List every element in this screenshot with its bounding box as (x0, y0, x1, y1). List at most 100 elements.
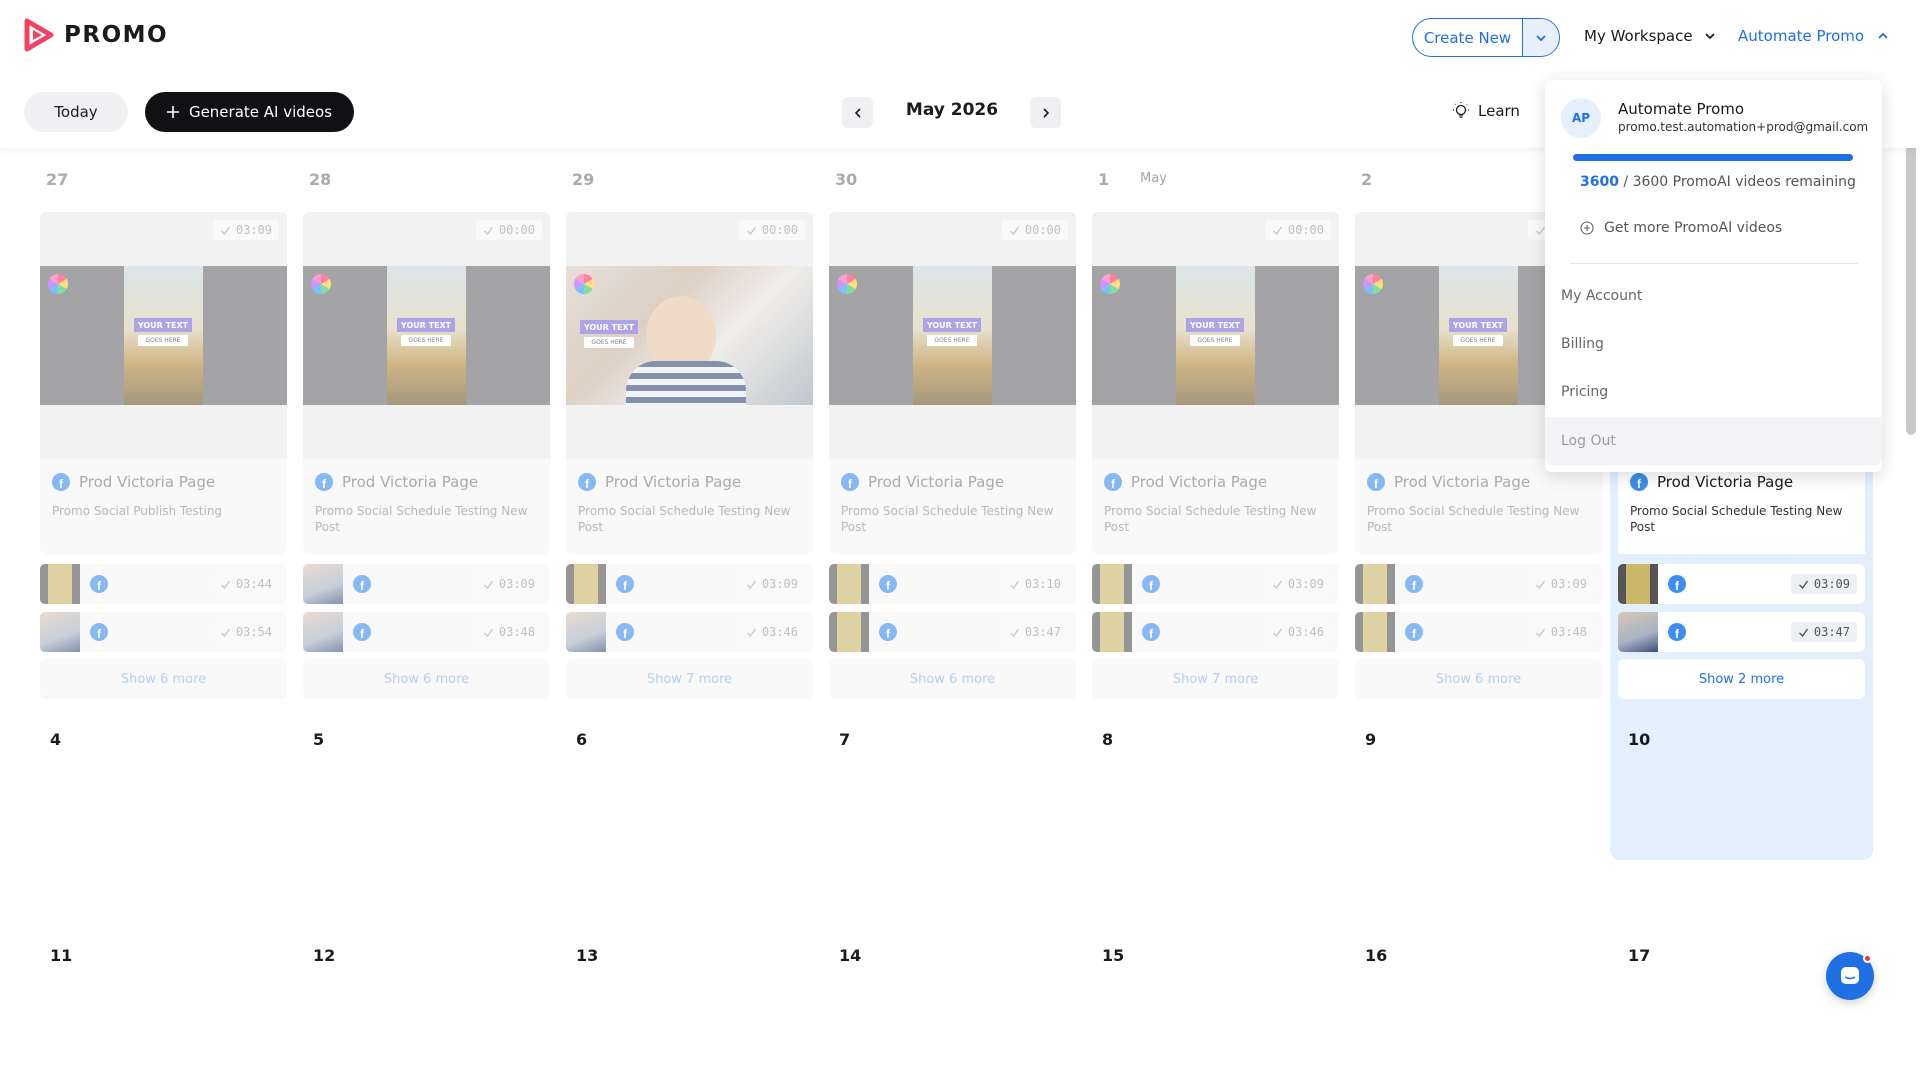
scheduled-post-row[interactable]: f 03:48 (303, 612, 550, 652)
workspace-selector[interactable]: My Workspace (1584, 27, 1717, 45)
video-preview: 00:00 YOUR TEXT GOES HERE (303, 212, 550, 459)
promo-logo[interactable]: PROMO (24, 18, 168, 52)
day-number: 29 (572, 170, 595, 189)
post-time: 03:09 (1813, 577, 1850, 591)
video-preview: 00:00 YOUR TEXT GOES HERE (566, 212, 813, 459)
day-content: 28 00:00 YOUR TEXT GOES HERE f Prod Victoria … (303, 148, 550, 708)
create-new-button[interactable]: Create New (1412, 18, 1560, 57)
get-more-videos-link[interactable]: Get more PromoAI videos (1580, 220, 1782, 236)
scheduled-post-row[interactable]: f 03:46 (566, 612, 813, 652)
video-preview: 03:09 YOUR TEXT GOES HERE (40, 212, 287, 459)
scheduled-post-row[interactable]: f 03:46 (1092, 612, 1339, 652)
day-cell[interactable]: 14 (829, 924, 1076, 1080)
learn-button[interactable]: Learn (1452, 102, 1520, 120)
post-time: 03:09 (1550, 577, 1587, 591)
scheduled-post-row[interactable]: f 03:09 (566, 564, 813, 604)
day-cell[interactable]: 6 (566, 708, 813, 918)
check-icon (1009, 226, 1019, 235)
show-more-button[interactable]: Show 6 more (1355, 659, 1602, 699)
scheduled-post-row[interactable]: f 03:09 (1618, 564, 1865, 604)
chevron-right-icon (1042, 107, 1049, 118)
post-details[interactable]: f Prod Victoria Page Promo Social Schedule… (1618, 459, 1865, 554)
day-cell[interactable]: 5 (303, 708, 550, 918)
day-cell[interactable]: 1 May 00:00 YOUR TEXT GOES HERE f Prod Victori… (1092, 148, 1339, 708)
post-thumbnail (40, 612, 80, 652)
lightbulb-icon (1453, 102, 1469, 118)
account-menu-toggle[interactable]: Automate Promo (1738, 27, 1890, 45)
quota-rest: / 3600 PromoAI videos remaining (1618, 174, 1856, 190)
page-scrollbar[interactable] (1906, 120, 1916, 435)
day-number: 4 (50, 730, 62, 749)
menu-item-billing[interactable]: Billing (1545, 320, 1882, 368)
post-card[interactable]: 03:09 YOUR TEXT GOES HERE f Prod Victoria Pa… (40, 212, 287, 554)
show-more-button[interactable]: Show 6 more (829, 659, 1076, 699)
post-time: 03:09 (761, 577, 798, 591)
day-cell[interactable]: 12 (303, 924, 550, 1080)
post-thumbnail (566, 564, 606, 604)
account-email: promo.test.automation+prod@gmail.com (1618, 120, 1869, 134)
show-more-button[interactable]: Show 6 more (303, 659, 550, 699)
day-cell[interactable]: 9 (1355, 708, 1602, 918)
day-cell[interactable]: 7 (829, 708, 1076, 918)
day-cell[interactable]: 16 (1355, 924, 1602, 1080)
day-cell[interactable]: 8 (1092, 708, 1339, 918)
day-cell[interactable]: 28 00:00 YOUR TEXT GOES HERE f Prod Victoria … (303, 148, 550, 708)
post-card[interactable]: 00:00 YOUR TEXT GOES HERE f Prod Victoria Pa… (566, 212, 813, 554)
brand-logo-icon (574, 274, 594, 294)
day-cell[interactable]: 15 (1092, 924, 1339, 1080)
facebook-icon: f (90, 623, 108, 641)
post-card[interactable]: 00:00 YOUR TEXT GOES HERE f Prod Victoria Pa… (829, 212, 1076, 554)
scheduled-post-row[interactable]: f 03:09 (303, 564, 550, 604)
menu-item-pricing[interactable]: Pricing (1545, 368, 1882, 416)
day-cell[interactable]: 13 (566, 924, 813, 1080)
status-badge: 03:48 (475, 622, 542, 642)
day-number: 10 (1628, 730, 1651, 749)
brand-logo-icon (1100, 274, 1120, 294)
scheduled-post-row[interactable]: f 03:44 (40, 564, 287, 604)
previous-month-button[interactable] (842, 97, 873, 128)
today-button[interactable]: Today (24, 92, 128, 132)
day-cell[interactable]: 29 00:00 YOUR TEXT GOES HERE f Prod Victoria … (566, 148, 813, 708)
page-name-row: f Prod Victoria Page (1630, 473, 1853, 491)
day-content: 27 03:09 YOUR TEXT GOES HERE f Prod Victoria … (40, 148, 287, 708)
show-more-button[interactable]: Show 7 more (1092, 659, 1339, 699)
show-more-button[interactable]: Show 7 more (566, 659, 813, 699)
post-title: Promo Social Schedule Testing New Post (841, 504, 1054, 534)
post-time: 03:48 (1550, 625, 1587, 639)
scheduled-post-row[interactable]: f 03:09 (1355, 564, 1602, 604)
day-cell[interactable]: 10 (1618, 708, 1865, 918)
check-icon (483, 628, 493, 637)
scheduled-post-row[interactable]: f 03:09 (1092, 564, 1339, 604)
generate-ai-videos-button[interactable]: Generate AI videos (145, 92, 354, 132)
scheduled-post-row[interactable]: f 03:54 (40, 612, 287, 652)
post-thumbnail (303, 612, 343, 652)
scheduled-post-row[interactable]: f 03:48 (1355, 612, 1602, 652)
create-new-dropdown-toggle[interactable] (1522, 19, 1559, 56)
page-name-row: f Prod Victoria Page (578, 473, 801, 491)
scheduled-post-row[interactable]: f 03:47 (829, 612, 1076, 652)
create-new-label[interactable]: Create New (1413, 29, 1522, 47)
show-more-button[interactable]: Show 6 more (40, 659, 287, 699)
video-preview: 00:00 YOUR TEXT GOES HERE (1092, 212, 1339, 459)
day-cell[interactable]: 4 (40, 708, 287, 918)
status-badge: 03:09 (738, 574, 805, 594)
day-number: 13 (576, 946, 599, 965)
menu-item-log-out[interactable]: Log Out (1545, 417, 1882, 465)
post-card[interactable]: 00:00 YOUR TEXT GOES HERE f Prod Victoria Pa… (1092, 212, 1339, 554)
facebook-icon: f (879, 623, 897, 641)
post-title: Promo Social Schedule Testing New Post (1367, 504, 1580, 534)
day-number: 14 (839, 946, 862, 965)
post-card[interactable]: 00:00 YOUR TEXT GOES HERE f Prod Victoria Pa… (303, 212, 550, 554)
day-cell[interactable]: 11 (40, 924, 287, 1080)
day-cell[interactable]: 27 03:09 YOUR TEXT GOES HERE f Prod Victoria … (40, 148, 287, 708)
brand-logo-icon (837, 274, 857, 294)
scheduled-post-row[interactable]: f 03:10 (829, 564, 1076, 604)
support-chat-button[interactable] (1826, 952, 1874, 1000)
facebook-icon: f (1668, 575, 1686, 593)
day-cell[interactable]: 17 (1618, 924, 1865, 1080)
day-cell[interactable]: 30 00:00 YOUR TEXT GOES HERE f Prod Victoria … (829, 148, 1076, 708)
next-month-button[interactable] (1030, 97, 1061, 128)
show-more-button[interactable]: Show 2 more (1618, 659, 1865, 699)
menu-item-my-account[interactable]: My Account (1545, 272, 1882, 320)
scheduled-post-row[interactable]: f 03:47 (1618, 612, 1865, 652)
